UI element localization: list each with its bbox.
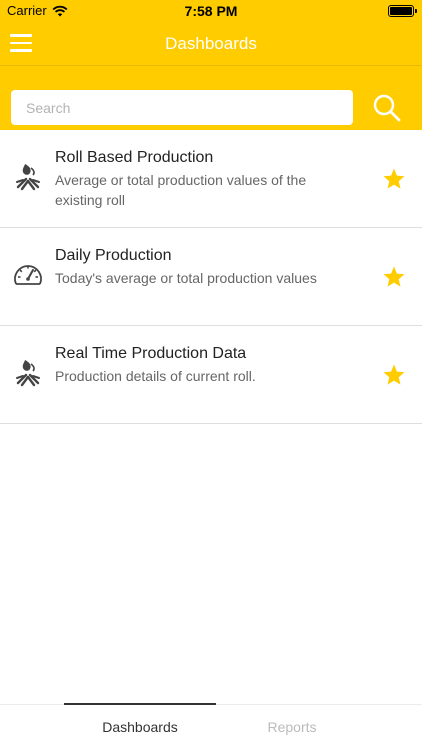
search-icon[interactable] <box>372 93 402 123</box>
page-title: Dashboards <box>165 34 257 53</box>
nav-bar: Dashboards <box>0 22 422 66</box>
roll-icon <box>16 360 40 387</box>
search-input[interactable] <box>11 90 353 125</box>
item-title: Real Time Production Data <box>55 345 247 362</box>
item-title: Roll Based Production <box>55 149 214 166</box>
status-bar: Carrier 7:58 PM <box>0 0 422 22</box>
star-icon[interactable] <box>382 265 406 289</box>
battery-icon <box>388 5 417 17</box>
roll-icon <box>16 164 40 191</box>
list-item-roll-based-production[interactable]: Roll Based Production Average or total p… <box>0 130 422 228</box>
item-description: Average or total production values of th… <box>55 172 307 208</box>
status-time: 7:58 PM <box>184 3 238 19</box>
tab-bar: Dashboards Reports <box>0 703 422 750</box>
search-bar <box>0 66 422 130</box>
item-title: Daily Production <box>55 247 172 264</box>
list-item-daily-production[interactable]: Daily Production Today's average or tota… <box>0 228 422 326</box>
item-description: Today's average or total production valu… <box>55 270 317 286</box>
tab-dashboards[interactable]: Dashboards <box>64 703 216 749</box>
gauge-icon <box>14 265 42 285</box>
dashboard-list: Roll Based Production Average or total p… <box>0 130 422 424</box>
star-icon[interactable] <box>382 167 406 191</box>
item-description: Production details of current roll. <box>55 368 256 384</box>
star-icon[interactable] <box>382 363 406 387</box>
tab-reports[interactable]: Reports <box>216 705 368 750</box>
list-item-real-time-production-data[interactable]: Real Time Production Data Production det… <box>0 326 422 424</box>
